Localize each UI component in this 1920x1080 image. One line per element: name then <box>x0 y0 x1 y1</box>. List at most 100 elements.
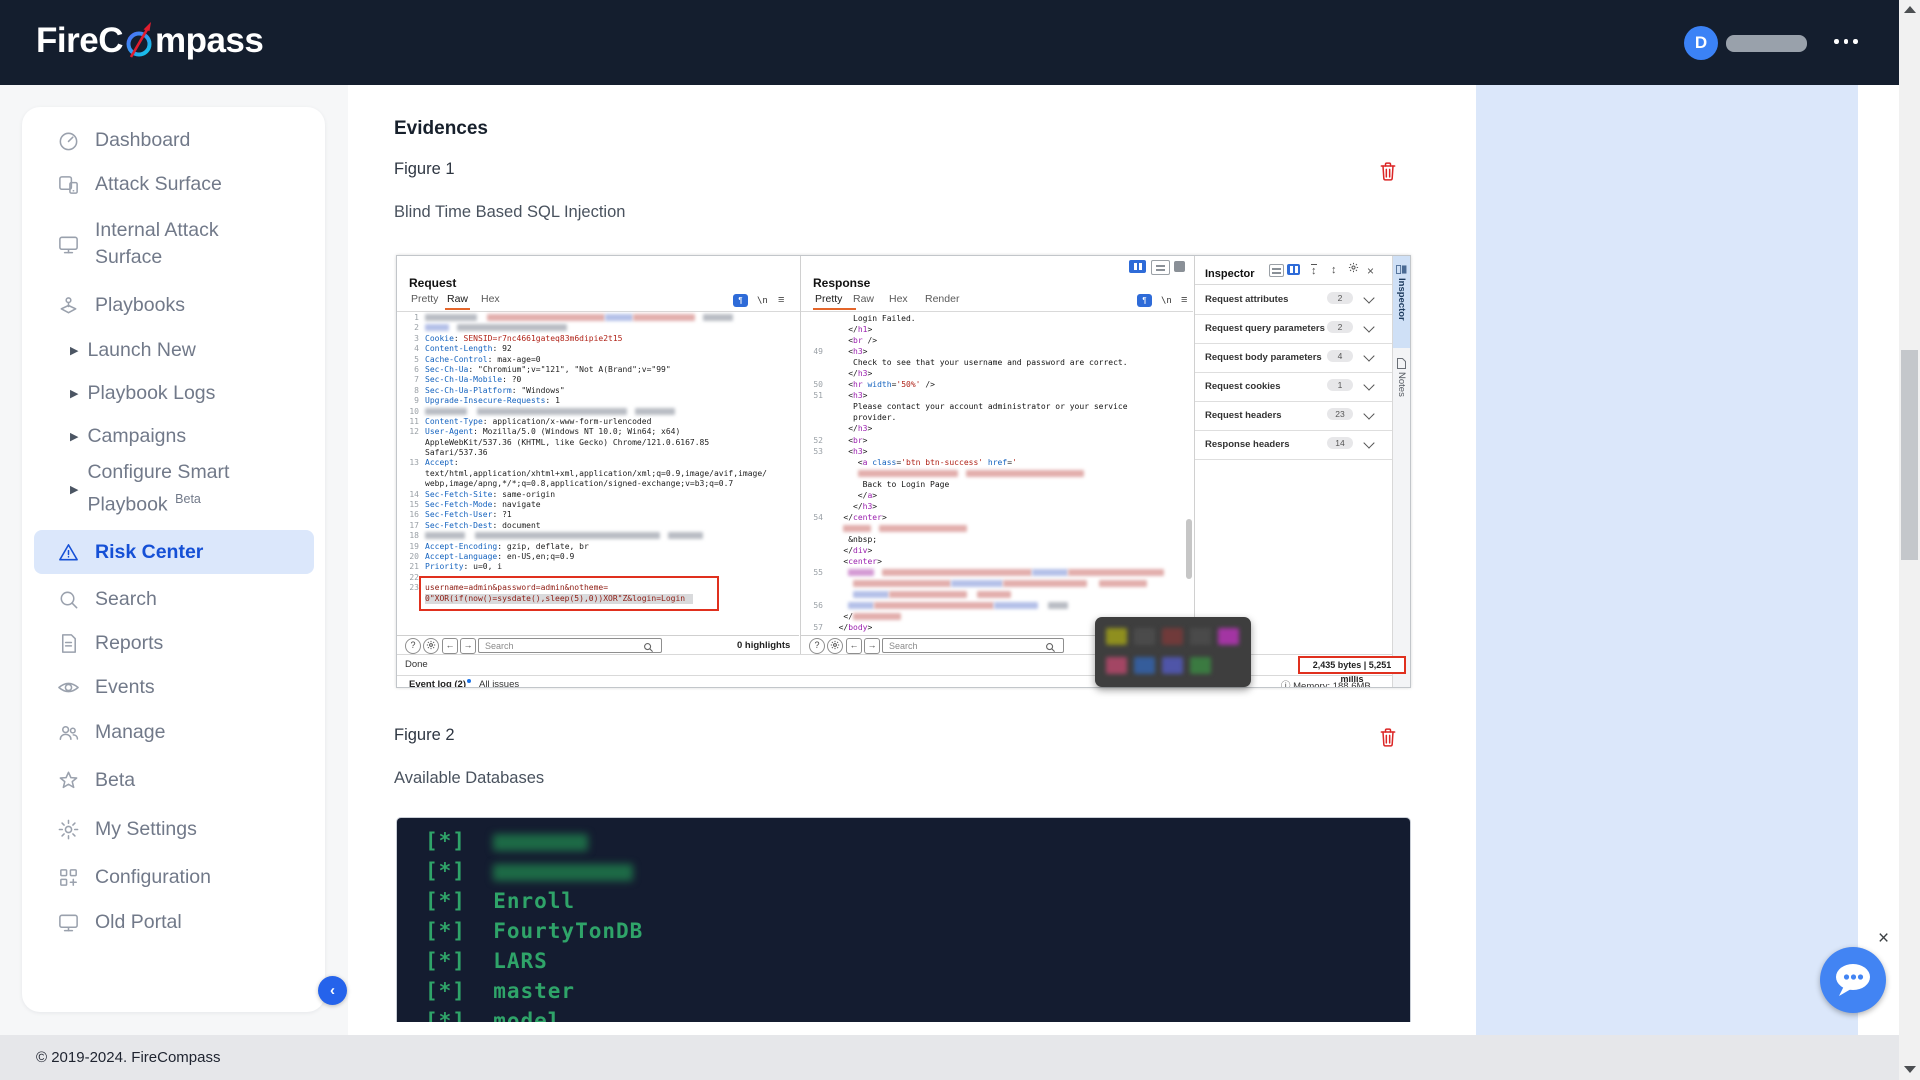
overflow-menu-icon[interactable] <box>1834 39 1858 44</box>
expand-all-icon: ↕ <box>1311 264 1317 277</box>
sidebar-item-my-settings[interactable]: My Settings <box>34 807 314 851</box>
chat-bubble-button[interactable] <box>1820 947 1886 1013</box>
inspector-side-strip: Inspector Notes <box>1392 256 1411 687</box>
sidebar-collapse-button[interactable]: ‹ <box>318 976 347 1005</box>
firecompass-logo: FireC mpass <box>36 21 263 61</box>
response-scrollbar-thumb <box>1186 519 1192 579</box>
logo-text-pre: FireC <box>36 21 123 61</box>
figure1-image: Request PrettyRawHex ¶ \n ≡ 123Cookie: S… <box>396 255 1411 688</box>
sidebar-item-label: Launch New <box>87 339 195 362</box>
page-footer: © 2019-2024. FireCompass <box>0 1035 1899 1080</box>
inspector-side-tab-label: Inspector <box>1396 278 1407 321</box>
inspector-section-request-query-parameters: Request query parameters2 <box>1195 314 1392 344</box>
notification-dot <box>467 679 471 683</box>
expand-arrow-icon: ▶ <box>70 344 78 357</box>
beta-badge: Beta <box>172 492 201 506</box>
request-search-input <box>478 638 662 653</box>
sidebar-item-configuration[interactable]: Configuration <box>34 855 314 899</box>
sidebar-item-beta[interactable]: Beta <box>34 758 314 802</box>
figure1-delete-button[interactable] <box>1378 160 1398 182</box>
notes-side-tab-label: Notes <box>1396 372 1407 397</box>
sidebar-item-label: Playbooks <box>95 294 185 317</box>
sidebar-item-attack-surface[interactable]: Attack Surface <box>34 162 314 206</box>
request-panel-title: Request <box>409 276 456 290</box>
section-count-badge: 1 <box>1327 379 1353 391</box>
section-count-badge: 4 <box>1327 350 1353 362</box>
settings-icon <box>56 817 80 841</box>
figure2-image: [*] [*] [*] Enroll[*] FourtyTonDB[*] LAR… <box>396 817 1411 1022</box>
editor-menu-icon: ≡ <box>1181 294 1187 306</box>
sidebar-item-label: Configuration <box>95 866 211 889</box>
newline-toggle-icon: \n <box>1161 296 1172 306</box>
scroll-down-arrow-icon[interactable] <box>1904 1066 1916 1073</box>
soft-wrap-icon: ¶ <box>1137 294 1152 307</box>
sidebar-item-campaigns[interactable]: ▶ Campaigns <box>34 414 314 458</box>
logo-text-post: mpass <box>155 21 263 61</box>
figure1-caption: Blind Time Based SQL Injection <box>394 203 625 222</box>
collapse-all-icon: ↕ <box>1331 264 1337 276</box>
close-icon: × <box>1367 264 1374 278</box>
terminal-line: [*] LARS <box>425 949 548 973</box>
sidebar-item-events[interactable]: Events <box>34 665 314 709</box>
sidebar-item-search[interactable]: Search <box>34 577 314 621</box>
sidebar-item-label: Internal Attack Surface <box>95 217 247 271</box>
response-search-input <box>882 638 1064 653</box>
redacted-username-pill <box>1726 35 1807 52</box>
section-count-badge: 2 <box>1327 292 1353 304</box>
figure2-delete-button[interactable] <box>1378 726 1398 748</box>
chevron-down-icon <box>1363 379 1374 390</box>
sidebar-item-label: Campaigns <box>87 425 186 448</box>
section-count-badge: 2 <box>1327 321 1353 333</box>
section-label: Request body parameters <box>1205 352 1322 363</box>
sidebar-item-label: Manage <box>95 721 165 744</box>
sidebar-item-playbooks[interactable]: Playbooks <box>34 283 314 327</box>
sidebar-item-risk-center[interactable]: Risk Center <box>34 530 314 574</box>
configuration-icon <box>56 865 80 889</box>
highlight-count: 0 highlights <box>737 640 790 651</box>
sidebar-item-dashboard[interactable]: Dashboard <box>34 118 314 162</box>
gear-icon <box>827 638 843 654</box>
memory-indicator: ⓘ Memory: 188.6MB <box>1281 678 1371 688</box>
sidebar-item-configure-smart-playbook[interactable]: ▶Configure Smart Playbook Beta <box>34 459 314 519</box>
terminal-line: [*] master <box>425 979 575 1003</box>
right-backdrop <box>1476 85 1858 1035</box>
color-palette-popup <box>1095 617 1251 687</box>
chevron-down-icon <box>1363 408 1374 419</box>
section-label: Response headers <box>1205 439 1289 450</box>
chevron-down-icon <box>1363 292 1374 303</box>
expand-arrow-icon: ▶ <box>70 483 78 496</box>
scrollbar-thumb[interactable] <box>1901 350 1918 560</box>
chat-icon <box>1820 1001 1886 1016</box>
sidebar-item-label: Beta <box>95 769 135 792</box>
chevron-down-icon <box>1363 437 1374 448</box>
page-scrollbar[interactable] <box>1899 0 1920 1080</box>
sidebar-item-old-portal[interactable]: Old Portal <box>34 900 314 944</box>
chevron-down-icon <box>1363 321 1374 332</box>
all-issues-tab: All issues <box>479 679 519 688</box>
compass-icon <box>124 21 154 61</box>
bytes-millis-badge: 2,435 bytes | 5,251 millis <box>1298 656 1406 674</box>
avatar[interactable]: D <box>1684 26 1718 60</box>
expand-arrow-icon: ▶ <box>70 430 78 443</box>
figure1-label: Figure 1 <box>394 160 455 179</box>
inspector-layout-active-icon <box>1287 264 1300 275</box>
gear-icon <box>1348 262 1359 276</box>
next-match-icon: → <box>864 638 880 654</box>
sidebar-item-launch-new[interactable]: ▶ Launch New <box>34 328 314 372</box>
sidebar-item-label: Events <box>95 676 155 699</box>
sidebar-item-reports[interactable]: Reports <box>34 621 314 665</box>
sidebar-item-playbook-logs[interactable]: ▶Playbook Logs <box>34 371 314 415</box>
terminal-line: [*] <box>425 859 633 883</box>
search-icon <box>1045 640 1056 658</box>
tab-hex: Hex <box>481 293 500 305</box>
help-icon: ? <box>405 638 421 654</box>
terminal-line: [*] Enroll <box>425 889 575 913</box>
page-title: Evidences <box>394 118 488 140</box>
copyright-text: © 2019-2024. FireCompass <box>36 1049 220 1066</box>
scroll-up-arrow-icon[interactable] <box>1904 6 1916 13</box>
terminal-line: [*] model <box>425 1009 561 1022</box>
sidebar-item-manage[interactable]: Manage <box>34 710 314 754</box>
status-done: Done <box>405 659 428 670</box>
sidebar-item-internal-attack-surface[interactable]: Internal Attack Surface <box>34 214 314 274</box>
sidebar-item-label: My Settings <box>95 818 197 841</box>
